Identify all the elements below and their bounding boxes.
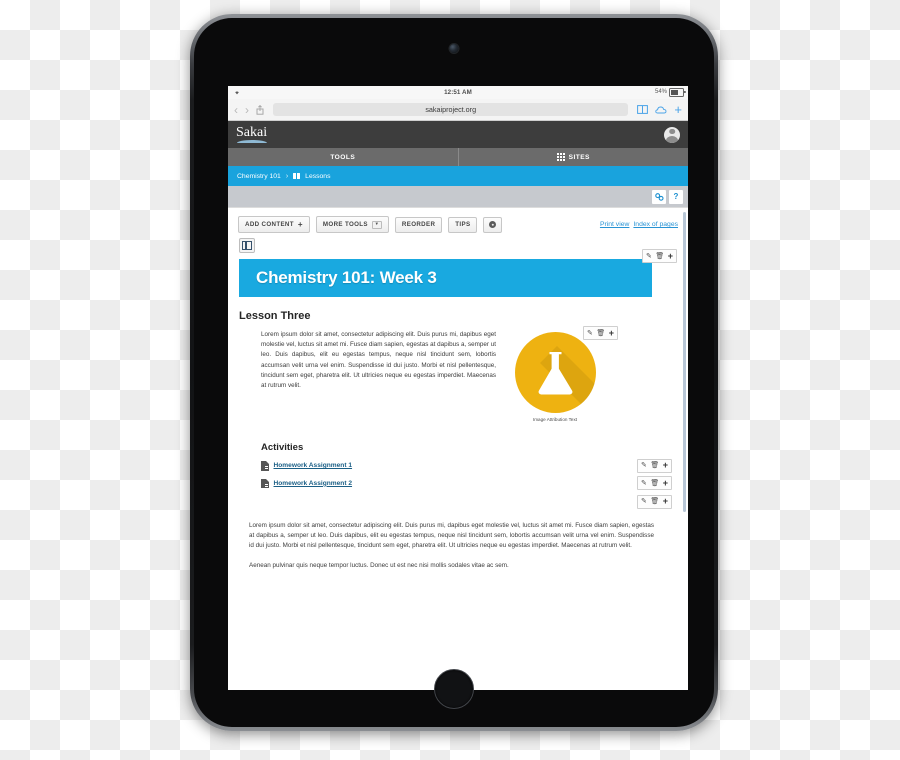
list-item: Homework Assignment 2 ✎ 🗑 + (261, 476, 677, 491)
banner-section: ✎ 🗑 + Chemistry 101: Week 3 (239, 249, 677, 297)
nav-sites-label: SITES (568, 153, 590, 161)
document-icon (261, 461, 269, 471)
breadcrumb: Chemistry 101 › Lessons (228, 166, 688, 186)
book-icon (293, 173, 301, 179)
item-controls: ✎ 🗑 + (636, 476, 672, 491)
utility-strip: ? (228, 186, 688, 207)
delete-icon[interactable]: 🗑 (655, 253, 664, 260)
add-icon[interactable]: + (668, 251, 673, 261)
link-icon[interactable] (652, 189, 666, 204)
help-icon[interactable]: ? (669, 189, 683, 204)
cloud-icon[interactable] (655, 106, 667, 114)
paragraph-1: Lorem ipsum dolor sit amet, consectetur … (261, 331, 496, 389)
add-content-label: ADD CONTENT (245, 221, 294, 228)
add-icon[interactable]: + (663, 478, 668, 488)
add-content-button[interactable]: ADD CONTENT + (238, 216, 310, 233)
scrollbar[interactable] (683, 212, 686, 512)
lesson-heading: Lesson Three (239, 310, 311, 322)
delete-icon[interactable]: 🗑 (596, 330, 605, 337)
sakai-logo[interactable]: Sakai (236, 126, 268, 143)
delete-icon[interactable]: 🗑 (650, 498, 659, 505)
new-tab-icon[interactable]: + (674, 103, 682, 116)
lesson-page: ✎ 🗑 + Chemistry 101: Week 3 Lesson Three… (228, 238, 688, 571)
edit-icon[interactable]: ✎ (641, 498, 647, 505)
page-banner: Chemistry 101: Week 3 (239, 259, 652, 297)
reorder-button[interactable]: REORDER (394, 216, 443, 233)
url-bar[interactable]: sakaiproject.org (273, 103, 629, 116)
print-view-link[interactable]: Print view (600, 221, 629, 228)
breadcrumb-site[interactable]: Chemistry 101 (237, 173, 281, 180)
edit-icon[interactable]: ✎ (641, 480, 647, 487)
flask-icon (514, 332, 596, 413)
battery-percent: 54% (654, 89, 667, 96)
front-camera-icon (449, 44, 459, 53)
edit-icon[interactable]: ✎ (646, 253, 652, 260)
more-tools-button[interactable]: MORE TOOLS ▾ (315, 216, 389, 233)
activities-heading: Activities (261, 442, 304, 453)
item-controls: ✎ 🗑 + (636, 458, 672, 473)
image-caption: Image Attribution Text (532, 417, 578, 422)
forward-icon[interactable]: › (245, 104, 249, 116)
chevron-down-icon: ▾ (371, 220, 382, 229)
document-icon (261, 478, 269, 488)
battery-icon (669, 88, 686, 97)
add-icon[interactable]: + (663, 497, 668, 506)
back-icon[interactable]: ‹ (234, 104, 238, 116)
add-icon[interactable]: + (609, 328, 614, 338)
tablet-device: 12:51 AM 54% ‹ › sakaiproject.org + Saka… (190, 14, 718, 731)
homework-assignment-2-link[interactable]: Homework Assignment 2 (274, 480, 353, 487)
reorder-label: REORDER (401, 221, 436, 228)
ios-status-bar: 12:51 AM 54% (228, 86, 688, 99)
edit-icon[interactable]: ✎ (641, 462, 647, 469)
main-nav: TOOLS SITES (228, 148, 688, 166)
settings-button[interactable] (483, 216, 503, 233)
columns-layout-icon[interactable] (239, 238, 255, 253)
delete-icon[interactable]: 🗑 (650, 480, 659, 487)
sakai-header: Sakai (228, 121, 688, 148)
share-icon[interactable] (256, 104, 264, 115)
nav-tools[interactable]: TOOLS (228, 148, 458, 166)
status-time: 12:51 AM (444, 89, 472, 96)
add-icon[interactable]: + (663, 461, 668, 470)
index-of-pages-link[interactable]: Index of pages (633, 221, 678, 228)
breadcrumb-separator: › (285, 172, 289, 180)
item-controls: ✎ 🗑 + (636, 494, 672, 509)
more-tools-label: MORE TOOLS (322, 221, 368, 228)
lessons-toolbar: ADD CONTENT + MORE TOOLS ▾ REORDER TIPS (228, 208, 688, 238)
tips-label: TIPS (455, 221, 471, 228)
text-image-row: Lorem ipsum dolor sit amet, consectetur … (239, 326, 677, 422)
gear-icon (489, 221, 497, 228)
delete-icon[interactable]: 🗑 (650, 462, 659, 469)
homework-assignment-1-link[interactable]: Homework Assignment 1 (274, 462, 353, 469)
status-right-cluster: 54% (654, 88, 686, 97)
list-item: ✎ 🗑 + (261, 494, 677, 509)
page-content: ADD CONTENT + MORE TOOLS ▾ REORDER TIPS (228, 207, 688, 690)
avatar[interactable] (664, 126, 680, 143)
paragraph-2: Lorem ipsum dolor sit amet, consectetur … (249, 522, 654, 550)
breadcrumb-tool[interactable]: Lessons (305, 173, 330, 180)
tablet-bezel: 12:51 AM 54% ‹ › sakaiproject.org + Saka… (194, 18, 714, 727)
figure-block: ✎ 🗑 + Image Attribution Text (510, 326, 618, 422)
safari-toolbar: ‹ › sakaiproject.org + (228, 99, 688, 121)
nav-tools-label: TOOLS (330, 153, 356, 161)
plus-icon: + (297, 219, 303, 229)
tips-button[interactable]: TIPS (448, 216, 478, 233)
device-screen: 12:51 AM 54% ‹ › sakaiproject.org + Saka… (228, 86, 688, 690)
item-controls: ✎ 🗑 + (641, 249, 677, 263)
page-links: Print view Index of pages (600, 221, 678, 228)
paragraph-3: Aenean pulvinar quis neque tempor luctus… (249, 561, 509, 569)
page-title: Chemistry 101: Week 3 (256, 268, 437, 287)
url-text: sakaiproject.org (425, 105, 477, 114)
nav-sites[interactable]: SITES (457, 148, 689, 166)
home-button[interactable] (434, 669, 474, 709)
list-item: Homework Assignment 1 ✎ 🗑 + (261, 458, 677, 473)
book-icon[interactable] (637, 105, 649, 114)
grid-icon (556, 153, 565, 161)
